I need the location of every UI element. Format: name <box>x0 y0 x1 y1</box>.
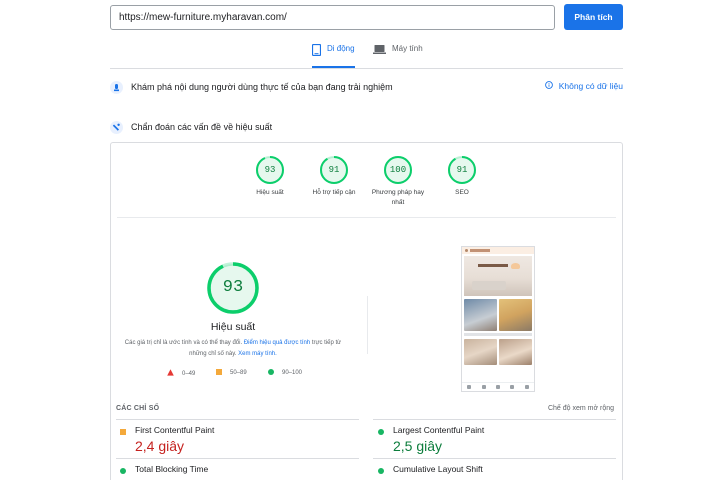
metrics-divider <box>373 458 616 459</box>
score-value: 91 <box>456 165 468 175</box>
mobile-icon <box>312 44 321 56</box>
no-data-link[interactable]: Không có dữ liệu <box>544 81 623 91</box>
circle-icon <box>378 427 384 435</box>
desc-text: Các giá trị chỉ là ước tính và có thể th… <box>124 340 243 346</box>
score-value: 91 <box>328 165 340 175</box>
tab-mobile-label: Di động <box>327 44 355 53</box>
metric-name: Largest Contentful Paint <box>393 425 485 435</box>
tabs-divider <box>110 68 623 69</box>
tab-desktop-label: Máy tính <box>392 44 423 53</box>
circle-icon <box>268 369 274 377</box>
legend-poor: 0–49 <box>167 369 195 378</box>
legend-range: 50–89 <box>230 370 247 376</box>
lab-flask-icon <box>110 120 123 134</box>
view-calculator-link[interactable]: Xem máy tính. <box>238 351 277 357</box>
metric-lcp: Largest Contentful Paint 2,5 giây <box>376 425 616 454</box>
tab-mobile[interactable]: Di động <box>312 44 355 68</box>
metrics-divider <box>116 458 359 459</box>
square-icon <box>216 369 222 377</box>
score-value: 93 <box>264 165 276 175</box>
legend-range: 0–49 <box>182 370 196 377</box>
metric-name: Total Blocking Time <box>135 464 209 474</box>
tab-desktop[interactable]: Máy tính <box>373 44 423 68</box>
performance-title: Hiệu suất <box>210 321 256 333</box>
laptop-icon <box>373 44 386 55</box>
vertical-divider <box>367 296 368 354</box>
circle-icon <box>378 466 384 474</box>
score-gauge-accessibility[interactable]: 91 Hỗ trợ tiếp cận <box>304 155 364 198</box>
info-icon <box>544 81 553 91</box>
metric-value: 2,4 giây <box>135 438 185 454</box>
users-experience-icon <box>110 80 123 94</box>
metric-name: First Contentful Paint <box>135 425 215 435</box>
score-label: SEO <box>455 189 469 196</box>
gauges-divider <box>117 217 616 218</box>
url-input[interactable] <box>110 5 555 30</box>
score-value: 100 <box>389 165 407 175</box>
legend-range: 90–100 <box>282 370 303 376</box>
metrics-heading: CÁC CHỈ SỐ <box>116 405 160 412</box>
diagnose-title: Chẩn đoán các vấn đề về hiệu suất <box>131 122 273 132</box>
performance-score: 93 <box>222 278 244 297</box>
score-gauge-seo[interactable]: 91 SEO <box>432 155 492 198</box>
metric-name: Cumulative Layout Shift <box>393 464 483 474</box>
metric-value: 2,5 giây <box>393 438 443 454</box>
field-data-title: Khám phá nội dung người dùng thực tế của… <box>131 82 393 92</box>
expanded-view-toggle[interactable]: Chế độ xem mở rộng <box>548 405 614 412</box>
metric-fcp: First Contentful Paint 2,4 giây <box>118 425 358 454</box>
performance-gauge: 93 <box>206 261 260 315</box>
analyze-button[interactable]: Phân tích <box>564 4 623 30</box>
score-label: Hiệu suất <box>256 189 284 196</box>
no-data-label: Không có dữ liệu <box>558 81 623 91</box>
metrics-divider <box>373 419 616 420</box>
metrics-divider <box>116 419 359 420</box>
score-label: Hỗ trợ tiếp cận <box>312 189 356 196</box>
score-label: Phương pháp hay nhất <box>371 189 425 206</box>
mobile-screenshot-preview <box>461 246 535 392</box>
score-calculation-link[interactable]: Điểm hiệu quả được tính <box>244 340 310 346</box>
legend-good: 90–100 <box>268 369 302 377</box>
score-gauge-performance[interactable]: 93 Hiệu suất <box>240 155 300 198</box>
circle-icon <box>120 466 126 474</box>
performance-description: Các giá trị chỉ là ước tính và có thể th… <box>124 338 342 360</box>
diagnose-row: Chẩn đoán các vấn đề về hiệu suất <box>110 119 623 135</box>
square-icon <box>120 427 126 435</box>
legend-average: 50–89 <box>216 369 247 377</box>
triangle-icon <box>167 369 174 378</box>
score-gauge-best-practices[interactable]: 100 Phương pháp hay nhất <box>368 155 428 208</box>
metric-tbt: Total Blocking Time <box>118 464 358 474</box>
metric-cls: Cumulative Layout Shift <box>376 464 616 474</box>
